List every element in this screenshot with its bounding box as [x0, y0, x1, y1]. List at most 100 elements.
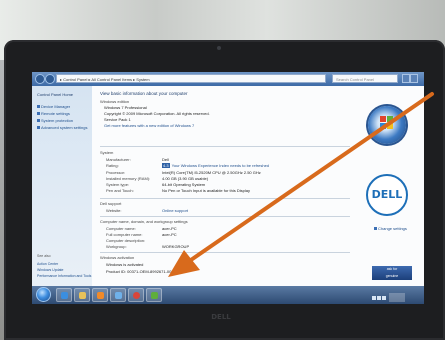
flag-blue	[380, 123, 386, 129]
product-id: Product ID: 00371-OEM-8992671-00524	[106, 269, 179, 274]
minimize-button[interactable]	[402, 74, 410, 83]
windows-logo-icon	[368, 106, 406, 144]
row-label: Computer description:	[106, 238, 146, 243]
support-header: Dell support	[100, 201, 122, 206]
change-settings-link[interactable]: Change settings	[374, 226, 407, 231]
online-support-link[interactable]: Online support	[162, 208, 188, 213]
laptop-screen: ▸ Control Panel ▸ All Control Panel Item…	[32, 72, 424, 304]
back-button[interactable]	[35, 74, 45, 84]
row-value: Intel(R) Core(TM) i5-2520M CPU @ 2.50GHz…	[162, 170, 261, 175]
rating-badge: 4.3	[162, 163, 170, 168]
volume-icon[interactable]	[377, 295, 381, 300]
address-bar[interactable]: ▸ Control Panel ▸ All Control Panel Item…	[56, 74, 326, 83]
control-panel-icon	[151, 292, 158, 299]
sidebar-item-device-manager[interactable]: Device Manager	[37, 104, 70, 109]
dell-bezel-logo: DELL	[211, 313, 231, 321]
row-label: Workgroup:	[106, 244, 127, 249]
folder-icon	[79, 292, 86, 299]
sidebar-home-link[interactable]: Control Panel Home	[37, 92, 73, 97]
flag-red	[380, 116, 386, 122]
row-label: Website:	[106, 208, 122, 213]
edition-name: Windows 7 Professional	[104, 105, 147, 110]
change-settings-label: Change settings	[378, 226, 407, 231]
internet-explorer-icon	[61, 292, 68, 299]
taskbar	[32, 286, 424, 304]
media-player-icon	[97, 292, 104, 299]
shield-icon	[374, 227, 377, 231]
sidebar-item-remote-settings[interactable]: Remote settings	[37, 111, 70, 116]
dell-logo: DELL	[366, 174, 408, 216]
divider	[100, 216, 350, 217]
forward-button[interactable]	[45, 74, 55, 84]
sidebar-item-system-protection[interactable]: System protection	[37, 118, 73, 123]
shield-icon	[37, 119, 40, 123]
sidebar: Control Panel Home Device Manager Remote…	[32, 86, 92, 286]
taskbar-media-button[interactable]	[92, 288, 108, 302]
taskbar-app-button[interactable]	[110, 288, 126, 302]
window-titlebar: ▸ Control Panel ▸ All Control Panel Item…	[32, 72, 424, 101]
row-label: Pen and Touch:	[106, 188, 134, 193]
battery-icon[interactable]	[382, 295, 386, 300]
sidebar-item-windows-update[interactable]: Windows Update	[37, 268, 63, 272]
activation-header: Windows activation	[100, 255, 135, 260]
search-input[interactable]: Search Control Panel	[332, 74, 398, 83]
taskbar-chrome-button[interactable]	[128, 288, 144, 302]
row-value: 64-bit Operating System	[162, 182, 206, 187]
rating-link[interactable]: 4.3 Your Windows Experience Index needs t…	[162, 163, 269, 168]
maximize-button[interactable]	[410, 74, 418, 83]
window-controls	[402, 74, 422, 101]
divider	[100, 252, 350, 253]
sidebar-item-label: Remote settings	[41, 111, 70, 116]
flag-green	[387, 116, 393, 122]
page-title: View basic information about your comput…	[100, 91, 188, 96]
row-value: acer-PC	[162, 226, 177, 231]
rating-value: Your Windows Experience Index needs to b…	[171, 163, 270, 168]
upgrade-link[interactable]: Get more features with a new edition of …	[104, 123, 194, 128]
flag-yellow	[387, 123, 393, 129]
row-value: No Pen or Touch Input is available for t…	[162, 188, 250, 193]
webcam	[217, 46, 221, 50]
system-header: System	[100, 150, 114, 155]
sidebar-item-action-center[interactable]: Action Center	[37, 262, 58, 266]
main-content: View basic information about your comput…	[92, 86, 424, 286]
taskbar-ie-button[interactable]	[56, 288, 72, 302]
taskbar-explorer-button[interactable]	[74, 288, 90, 302]
genuine-microsoft-badge[interactable]: ask for genuine	[372, 266, 412, 280]
divider	[100, 146, 350, 147]
row-label: Processor:	[106, 170, 126, 175]
row-value: 4.00 GB (3.90 GB usable)	[162, 176, 209, 181]
system-tray	[372, 289, 420, 303]
row-value: WORKGROUP	[162, 244, 190, 249]
service-pack: Service Pack 1	[104, 117, 131, 122]
shield-icon	[37, 105, 40, 109]
activation-status: Windows is activated	[106, 262, 144, 267]
sidebar-item-label: System protection	[41, 118, 74, 123]
computer-header: Computer name, domain, and workgroup set…	[100, 219, 188, 224]
window-icon	[115, 292, 122, 299]
chrome-icon	[133, 292, 140, 299]
copyright-text: Copyright © 2009 Microsoft Corporation. …	[104, 111, 210, 116]
row-label: Full computer name:	[106, 232, 143, 237]
divider	[100, 198, 350, 199]
sidebar-item-label: Device Manager	[41, 104, 71, 109]
clock[interactable]	[389, 293, 405, 303]
row-value: Dell	[162, 157, 169, 162]
row-label: Rating:	[106, 163, 119, 168]
network-icon[interactable]	[372, 295, 376, 300]
shield-icon	[37, 112, 40, 116]
windows-edition-header: Windows edition	[100, 99, 130, 104]
row-label: Installed memory (RAM):	[106, 176, 151, 181]
row-label: Manufacturer:	[106, 157, 131, 162]
row-label: System type:	[106, 182, 130, 187]
shield-icon	[37, 126, 40, 130]
row-value: acer-PC	[162, 232, 177, 237]
genuine-line2: genuine	[385, 274, 399, 278]
sidebar-item-advanced-settings[interactable]: Advanced system settings	[37, 125, 87, 130]
genuine-line1: ask for	[386, 267, 398, 271]
taskbar-control-panel-button[interactable]	[146, 288, 162, 302]
see-also-label: See also	[37, 254, 51, 258]
row-label: Computer name:	[106, 226, 136, 231]
sidebar-item-performance[interactable]: Performance Information and Tools	[37, 274, 91, 278]
sidebar-item-label: Advanced system settings	[41, 125, 88, 130]
start-button[interactable]	[36, 287, 51, 302]
